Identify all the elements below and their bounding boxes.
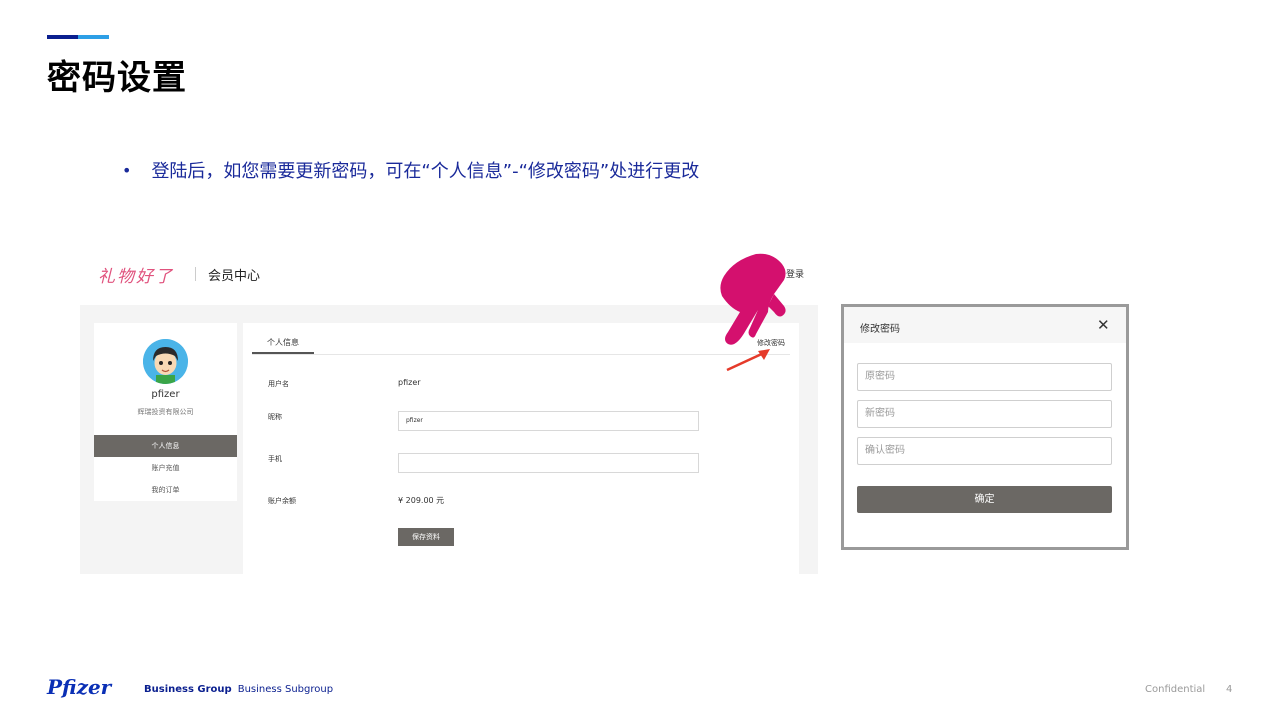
slide-title: 密码设置 [47,58,187,98]
title-accent-bar [47,35,109,39]
balance-label: 账户余额 [268,497,296,505]
new-password-field[interactable]: 新密码 [857,400,1112,428]
sidebar-item-profile[interactable]: 个人信息 [94,435,237,457]
instruction-text: 登陆后，如您需要更新密码，可在“个人信息”-“修改密码”处进行更改 [151,161,700,182]
confirm-button[interactable]: 确定 [857,486,1112,513]
username-value: pfizer [398,378,421,387]
profile-company: 辉瑞投资有限公司 [137,408,194,416]
sidebar-item-recharge[interactable]: 账户充值 [94,457,237,479]
site-body: pfizer 辉瑞投资有限公司 个人信息 账户充值 我的订单 个人信息 修改密码… [80,305,818,574]
confidential-label: Confidential [1145,684,1206,695]
instruction-bullet: • 登陆后，如您需要更新密码，可在“个人信息”-“修改密码”处进行更改 [122,157,699,183]
dialog-title: 修改密码 [860,324,900,335]
save-profile-button[interactable]: 保存资料 [398,528,454,546]
avatar-boy-icon [143,339,188,384]
business-subgroup-label: Business Subgroup [237,684,334,695]
tab-divider [252,354,790,355]
avatar [143,339,188,384]
nickname-label: 昵称 [268,413,282,421]
pointing-hand-icon [720,253,786,345]
profile-username: pfizer [151,389,180,400]
close-icon[interactable]: ✕ [1097,316,1110,334]
pfizer-logo: Pfizer [47,675,112,699]
brand-logo[interactable]: 礼物好了 [98,262,174,287]
tab-profile[interactable]: 个人信息 [252,335,314,354]
phone-field[interactable] [398,453,699,473]
business-group-label: Business Group [144,684,232,695]
accent-bar-dark [47,35,78,39]
red-arrow-icon [726,349,770,372]
member-center-title: 会员中心 [208,269,261,284]
profile-panel: 个人信息 修改密码 用户名 pfizer 昵称 pfizer 手机 账户余额 ¥… [243,323,799,574]
dialog-header: 修改密码 ✕ [844,307,1126,343]
change-password-dialog: 修改密码 ✕ 原密码 新密码 确认密码 确定 [841,304,1129,550]
sidebar-item-orders[interactable]: 我的订单 [94,479,237,501]
confirm-password-field[interactable]: 确认密码 [857,437,1112,465]
nickname-field[interactable]: pfizer [398,411,699,431]
site-header: 礼物好了 会员中心 登录 [80,258,818,294]
old-password-field[interactable]: 原密码 [857,363,1112,391]
accent-bar-light [78,35,109,39]
phone-label: 手机 [268,455,282,463]
business-group: Business Group Business Subgroup [144,684,333,695]
profile-sidebar: pfizer 辉瑞投资有限公司 个人信息 账户充值 我的订单 [94,323,237,501]
bullet-dot: • [122,160,132,180]
balance-value: ¥ 209.00 元 [398,496,445,505]
page-number: 4 [1226,684,1233,695]
header-divider [195,267,196,281]
username-label: 用户名 [268,380,289,388]
